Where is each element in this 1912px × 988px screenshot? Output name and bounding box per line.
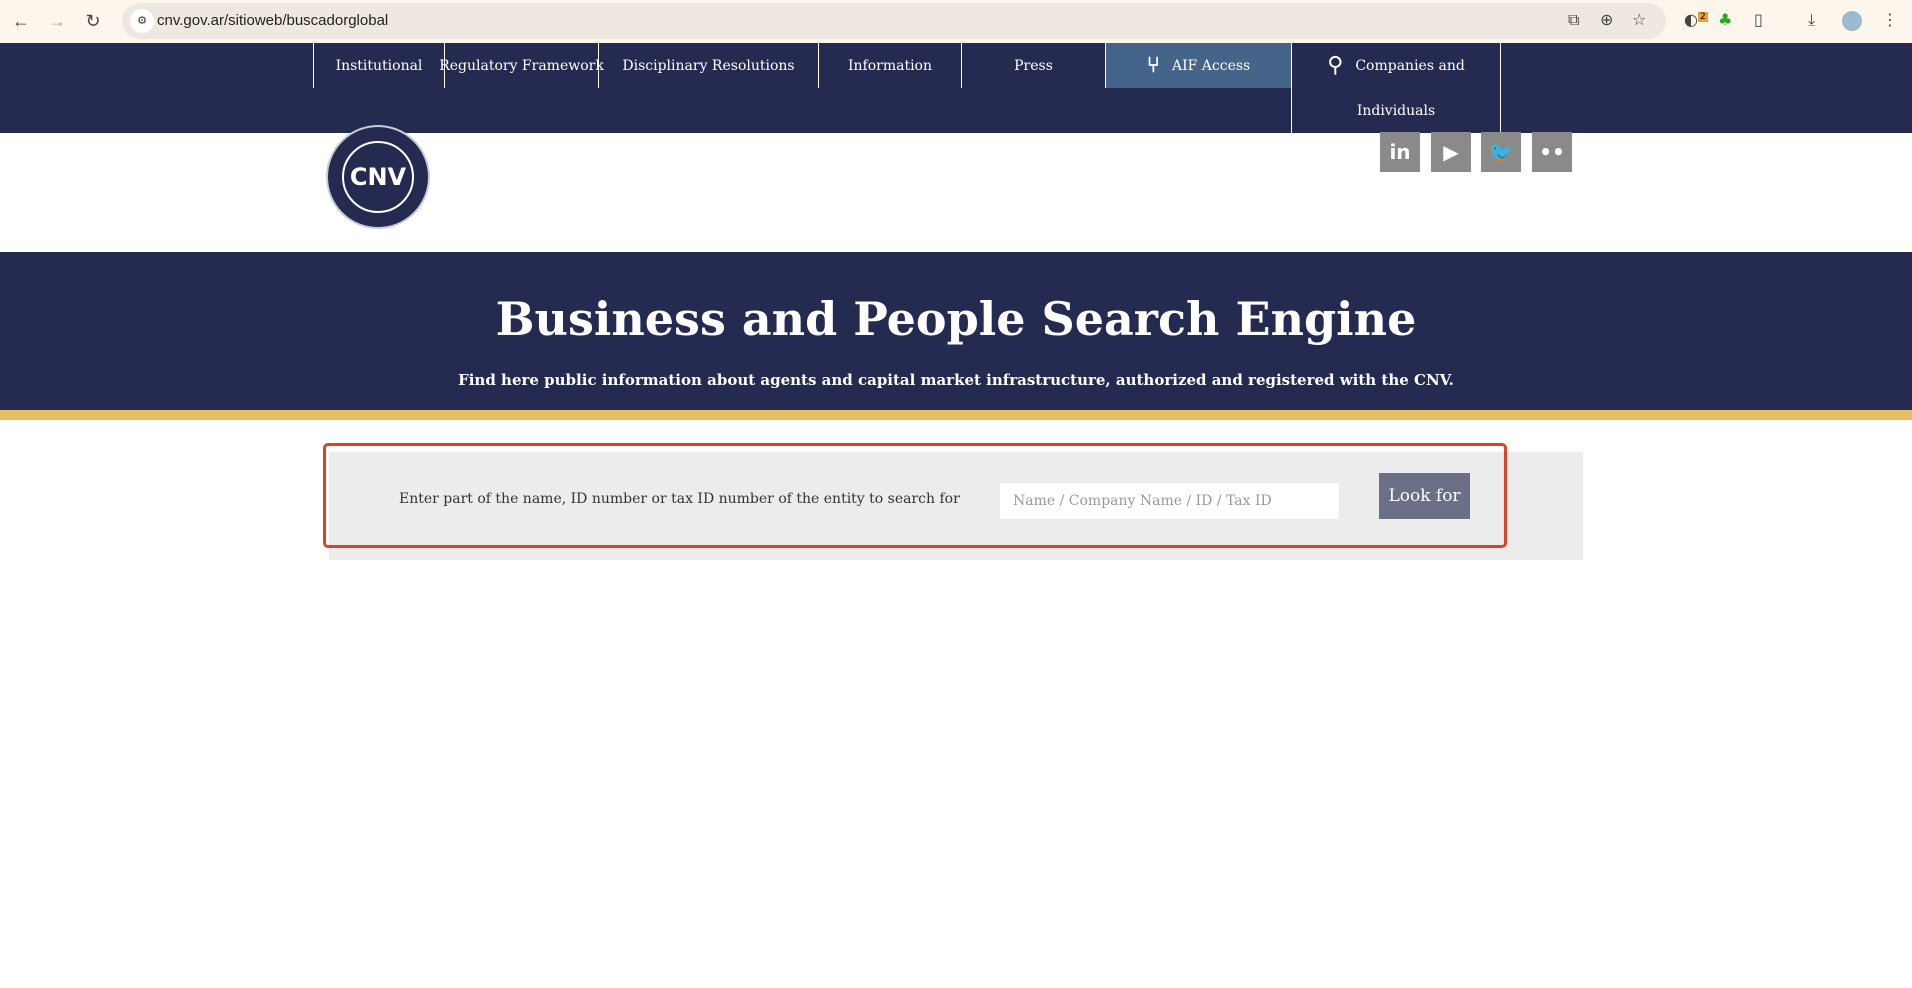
search-icon: ⚲ (1327, 53, 1344, 78)
search-input[interactable] (1000, 483, 1339, 519)
nav-divider (1500, 43, 1501, 133)
menu-icon[interactable]: ⋮ (1882, 10, 1898, 29)
nav-companies-individuals[interactable]: ⚲ Companies and Individuals (1291, 43, 1500, 133)
url-text[interactable]: cnv.gov.ar/sitioweb/buscadorglobal (157, 12, 388, 29)
cnv-logo[interactable]: CNV (326, 125, 430, 229)
flickr-icon[interactable]: •• (1532, 132, 1572, 172)
zoom-icon[interactable]: ⊕ (1600, 10, 1613, 29)
fork-arrows-icon: ⑂ (1146, 53, 1160, 78)
main-nav: Institutional Regulatory Framework Disci… (0, 43, 1912, 133)
gold-stripe (0, 410, 1912, 420)
profile-avatar[interactable] (1842, 11, 1862, 31)
bookmark-star-icon[interactable]: ☆ (1632, 10, 1646, 29)
nav-aif-access[interactable]: ⑂ AIF Access (1105, 43, 1291, 88)
address-bar[interactable]: ⚙ cnv.gov.ar/sitioweb/buscadorglobal ⧉ ⊕… (122, 3, 1666, 39)
page-title: Business and People Search Engine (495, 292, 1417, 346)
extension-icon[interactable]: ◐ 2 (1684, 10, 1708, 29)
extensions-puzzle-icon[interactable]: ▯ (1754, 10, 1763, 29)
nav-regulatory-framework[interactable]: Regulatory Framework (439, 43, 604, 88)
nav-institutional[interactable]: Institutional (313, 43, 444, 88)
search-label: Enter part of the name, ID number or tax… (399, 491, 960, 507)
nav-press[interactable]: Press (961, 43, 1105, 88)
linkedin-icon[interactable]: in (1380, 132, 1420, 172)
hero-banner: Business and People Search Engine Find h… (0, 252, 1912, 410)
translate-icon[interactable]: ⧉ (1568, 10, 1579, 30)
extension-badge: 2 (1697, 11, 1708, 22)
download-icon[interactable]: ⤓ (1808, 10, 1815, 30)
reload-icon[interactable]: ↻ (82, 11, 104, 32)
site-info-icon[interactable]: ⚙ (130, 9, 154, 33)
twitter-icon[interactable]: 🐦 (1481, 132, 1521, 172)
browser-toolbar: ← → ↻ ⚙ cnv.gov.ar/sitioweb/buscadorglob… (0, 0, 1912, 43)
back-icon[interactable]: ← (10, 11, 32, 32)
nav-disciplinary-resolutions[interactable]: Disciplinary Resolutions (598, 43, 818, 88)
page-subtitle: Find here public information about agent… (458, 371, 1454, 389)
nav-information[interactable]: Information (818, 43, 961, 88)
extension-frog-icon[interactable]: ♣ (1718, 10, 1732, 29)
forward-icon[interactable]: → (46, 11, 68, 32)
youtube-icon[interactable]: ▶ (1431, 132, 1471, 172)
look-for-button[interactable]: Look for (1379, 473, 1470, 519)
